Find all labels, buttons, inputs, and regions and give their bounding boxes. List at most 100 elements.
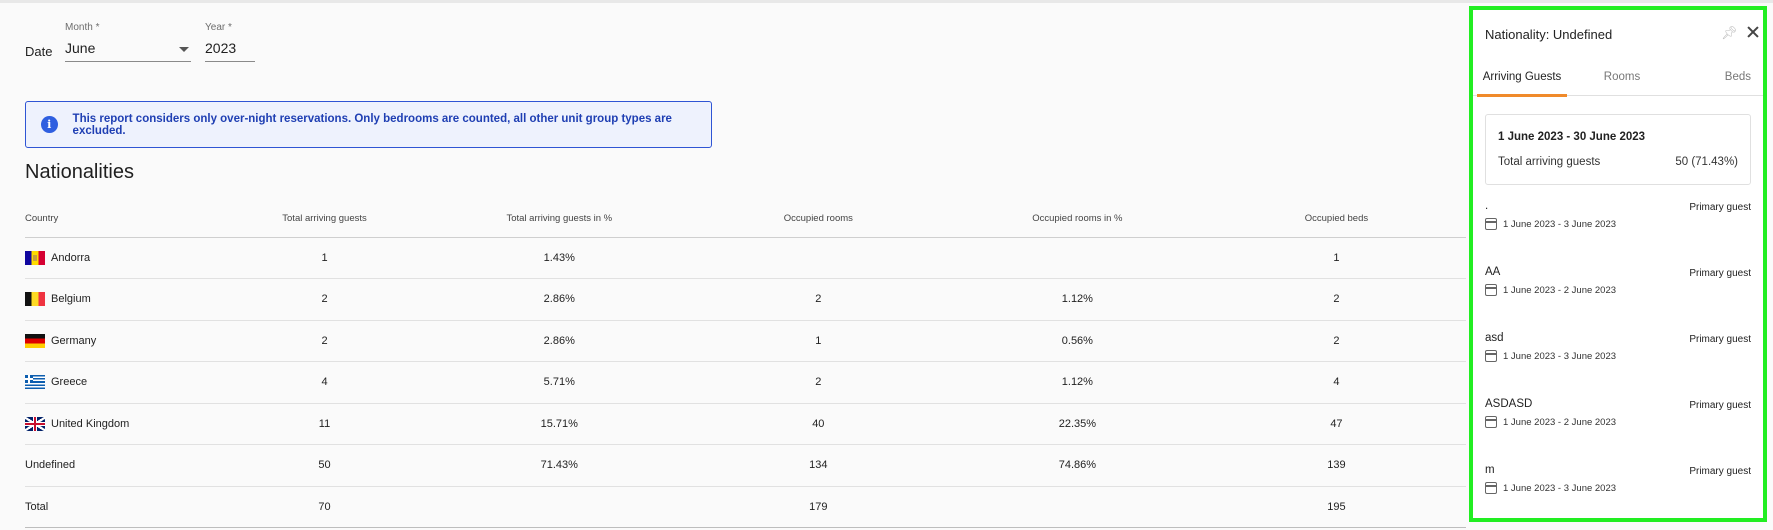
- panel-header: Nationality: Undefined 📌︎: [1473, 10, 1763, 58]
- table-row-selected[interactable]: Undefined 50 71.43% 134 74.86% 139: [25, 444, 1466, 487]
- guests-pct-cell: 5.71%: [429, 361, 689, 404]
- beds-cell: 2: [1206, 278, 1466, 321]
- guest-name[interactable]: ASDASD: [1485, 398, 1532, 410]
- list-item[interactable]: ASDASD Primary guest 1 June 2023 - 2 Jun…: [1485, 398, 1751, 464]
- guest-type: Primary guest: [1689, 400, 1751, 411]
- beds-cell: 139: [1206, 444, 1466, 487]
- belgium-flag-icon: [25, 292, 45, 307]
- greece-flag-icon: [25, 375, 45, 390]
- guest-dates: 1 June 2023 - 2 June 2023: [1503, 416, 1617, 428]
- rooms-cell: [688, 237, 948, 279]
- year-label: Year *: [205, 22, 232, 33]
- guest-dates: 1 June 2023 - 3 June 2023: [1503, 482, 1617, 494]
- year-field[interactable]: Year * 2023: [205, 22, 255, 62]
- andorra-flag-icon: [25, 250, 45, 265]
- guests-cell: 2: [219, 320, 430, 362]
- guests-cell: 4: [219, 361, 430, 404]
- total-guests-pct-cell: [429, 486, 689, 528]
- guests-pct-cell: 15.71%: [429, 403, 689, 445]
- guest-name[interactable]: AA: [1485, 266, 1500, 278]
- report-main: Date Month * June Year * 2023 i This rep…: [0, 0, 1466, 530]
- tab-rooms[interactable]: Rooms: [1577, 66, 1667, 96]
- calendar-icon: [1485, 284, 1497, 296]
- rooms-pct-cell: 1.12%: [947, 278, 1207, 321]
- calendar-icon: [1485, 416, 1497, 428]
- rooms-cell: 2: [688, 361, 948, 404]
- rooms-pct-cell: 1.12%: [947, 361, 1207, 404]
- guest-dates: 1 June 2023 - 3 June 2023: [1503, 218, 1617, 230]
- guest-name[interactable]: asd: [1485, 332, 1504, 344]
- table-row[interactable]: Belgium 2 2.86% 2 1.12% 2: [25, 278, 1466, 321]
- beds-cell: 4: [1206, 361, 1466, 404]
- col-header-rooms-pct[interactable]: Occupied rooms in %: [947, 200, 1207, 238]
- info-icon: i: [41, 116, 58, 133]
- list-item[interactable]: m Primary guest 1 June 2023 - 3 June 202…: [1485, 464, 1751, 530]
- table-row[interactable]: Andorra 1 1.43% 1: [25, 237, 1466, 279]
- calendar-icon: [1485, 350, 1497, 362]
- info-text: This report considers only over-night re…: [72, 112, 672, 137]
- panel-title: Nationality: Undefined: [1485, 27, 1613, 42]
- col-header-beds[interactable]: Occupied beds: [1206, 200, 1466, 238]
- rooms-pct-cell: 0.56%: [947, 320, 1207, 362]
- table-row[interactable]: Germany 2 2.86% 1 0.56% 2: [25, 320, 1466, 362]
- guest-name[interactable]: .: [1485, 200, 1488, 212]
- active-tab-indicator: [1477, 94, 1567, 97]
- list-item[interactable]: asd Primary guest 1 June 2023 - 3 June 2…: [1485, 332, 1751, 398]
- pin-icon[interactable]: 📌︎: [1721, 26, 1738, 40]
- guests-cell: 50: [219, 444, 430, 487]
- country-name: Belgium: [51, 293, 91, 306]
- total-rooms-pct-cell: [947, 486, 1207, 528]
- year-value[interactable]: 2023: [205, 39, 255, 57]
- col-header-rooms[interactable]: Occupied rooms: [688, 200, 948, 238]
- country-name: Undefined: [25, 444, 220, 487]
- table-header-row: Country Total arriving guests Total arri…: [25, 200, 1466, 238]
- calendar-icon: [1485, 482, 1497, 494]
- germany-flag-icon: [25, 333, 45, 348]
- guests-pct-cell: 1.43%: [429, 237, 689, 279]
- country-name: Andorra: [51, 251, 91, 264]
- guest-dates: 1 June 2023 - 2 June 2023: [1503, 284, 1617, 296]
- summary-value: 50 (71.43%): [1675, 156, 1738, 168]
- table-row[interactable]: United Kingdom 11 15.71% 40 22.35% 47: [25, 403, 1466, 445]
- guest-type: Primary guest: [1689, 466, 1751, 477]
- country-name: United Kingdom: [51, 417, 130, 430]
- guests-cell: 2: [219, 278, 430, 321]
- total-label: Total: [25, 486, 220, 528]
- beds-cell: 47: [1206, 403, 1466, 445]
- summary-card: 1 June 2023 - 30 June 2023 Total arrivin…: [1485, 114, 1751, 185]
- guests-cell: 11: [219, 403, 430, 445]
- month-select[interactable]: Month * June: [65, 22, 191, 62]
- info-banner: i This report considers only over-night …: [25, 101, 712, 148]
- guest-name[interactable]: m: [1485, 464, 1495, 476]
- guests-cell: 1: [219, 237, 430, 279]
- tab-arriving-guests[interactable]: Arriving Guests: [1477, 66, 1567, 96]
- table-row[interactable]: Greece 4 5.71% 2 1.12% 4: [25, 361, 1466, 404]
- nationalities-table: Country Total arriving guests Total arri…: [25, 200, 1466, 528]
- col-header-country[interactable]: Country: [25, 200, 220, 238]
- rooms-cell: 40: [688, 403, 948, 445]
- month-label: Month *: [65, 22, 100, 33]
- rooms-pct-cell: 22.35%: [947, 403, 1207, 445]
- country-name: Greece: [51, 376, 88, 389]
- beds-cell: 1: [1206, 237, 1466, 279]
- close-icon[interactable]: [1745, 24, 1761, 40]
- rooms-cell: 134: [688, 444, 948, 487]
- col-header-guests-pct[interactable]: Total arriving guests in %: [429, 200, 689, 238]
- list-item[interactable]: AA Primary guest 1 June 2023 - 2 June 20…: [1485, 266, 1751, 332]
- guests-pct-cell: 2.86%: [429, 278, 689, 321]
- month-value: June: [65, 40, 96, 56]
- page-title: Nationalities: [25, 161, 134, 183]
- list-item[interactable]: . Primary guest 1 June 2023 - 3 June 202…: [1485, 200, 1751, 266]
- guests-pct-cell: 2.86%: [429, 320, 689, 362]
- guest-type: Primary guest: [1689, 334, 1751, 345]
- total-beds-cell: 195: [1206, 486, 1466, 528]
- rooms-pct-cell: 74.86%: [947, 444, 1207, 487]
- rooms-cell: 2: [688, 278, 948, 321]
- guests-pct-cell: 71.43%: [429, 444, 689, 487]
- panel-tabs: Arriving Guests Rooms Beds: [1473, 66, 1763, 97]
- guest-type: Primary guest: [1689, 268, 1751, 279]
- col-header-guests[interactable]: Total arriving guests: [219, 200, 430, 238]
- chevron-down-icon[interactable]: [179, 47, 189, 52]
- nationality-detail-panel: Nationality: Undefined 📌︎ Arriving Guest…: [1469, 6, 1767, 522]
- tab-beds[interactable]: Beds: [1667, 66, 1767, 96]
